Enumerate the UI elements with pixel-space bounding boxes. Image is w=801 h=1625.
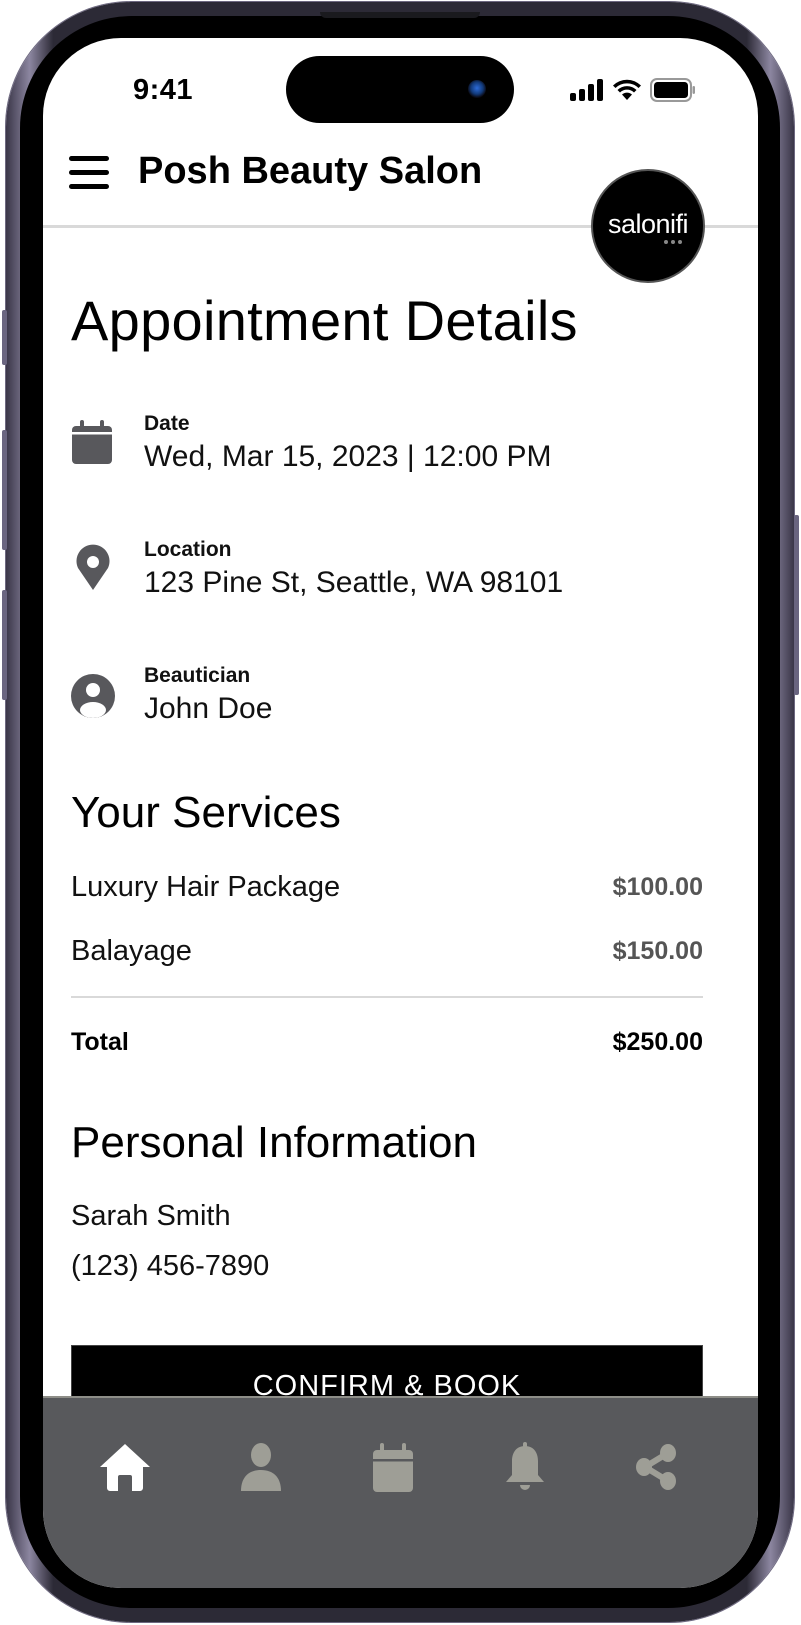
brand-logo-text: salonifi: [607, 208, 689, 239]
service-name: Balayage: [71, 935, 192, 967]
detail-date: Date Wed, Mar 15, 2023 | 12:00 PM: [71, 412, 711, 492]
action-button: [2, 310, 7, 365]
bell-icon: [506, 1442, 544, 1490]
menu-button[interactable]: [69, 156, 111, 192]
home-icon: [100, 1444, 150, 1491]
bottom-navigation: [43, 1396, 758, 1588]
detail-beautician: Beautician John Doe: [71, 664, 711, 744]
app-screen: 9:41 Posh Beauty Salon salonifi Appointm…: [43, 38, 758, 1588]
date-label: Date: [144, 412, 190, 435]
hamburger-menu-icon: [69, 156, 109, 161]
brand-logo-dots: [664, 239, 682, 244]
nav-home[interactable]: [97, 1442, 153, 1492]
service-price: $100.00: [612, 873, 703, 901]
dynamic-island: [286, 56, 514, 123]
volume-down-button: [2, 590, 7, 700]
brand-logo[interactable]: salonifi: [591, 169, 705, 283]
date-value: Wed, Mar 15, 2023 | 12:00 PM: [144, 440, 552, 473]
customer-name: Sarah Smith: [71, 1200, 231, 1232]
services-divider: [71, 996, 703, 998]
total-value: $250.00: [612, 1028, 703, 1056]
speaker-slot: [320, 12, 480, 18]
detail-location: Location 123 Pine St, Seattle, WA 98101: [71, 538, 711, 618]
power-button: [794, 515, 799, 695]
beautician-value: John Doe: [144, 692, 273, 725]
service-name: Luxury Hair Package: [71, 871, 341, 903]
profile-icon: [241, 1443, 281, 1491]
hamburger-menu-bar: [69, 170, 109, 175]
service-row: Balayage $150.00: [71, 935, 703, 975]
services-title: Your Services: [71, 788, 341, 837]
wifi-icon: [613, 79, 641, 100]
status-time: 9:41: [133, 74, 194, 106]
front-camera: [468, 80, 486, 98]
salon-name: Posh Beauty Salon: [138, 150, 483, 192]
location-label: Location: [144, 538, 232, 561]
volume-up-button: [2, 430, 7, 550]
nav-share[interactable]: [629, 1442, 685, 1492]
beautician-label: Beautician: [144, 664, 251, 687]
service-row: Luxury Hair Package $100.00: [71, 871, 703, 911]
location-value[interactable]: 123 Pine St, Seattle, WA 98101: [144, 566, 563, 600]
hamburger-menu-bar: [69, 184, 109, 189]
nav-notifications[interactable]: [497, 1442, 553, 1492]
user-circle-icon: [71, 674, 115, 718]
calendar-icon: [72, 420, 112, 464]
total-label: Total: [71, 1028, 129, 1056]
nav-calendar[interactable]: [365, 1442, 421, 1492]
calendar-icon: [373, 1443, 413, 1492]
nav-profile[interactable]: [233, 1442, 289, 1492]
customer-phone: (123) 456-7890: [71, 1250, 270, 1282]
personal-info-title: Personal Information: [71, 1118, 477, 1167]
status-icons: [570, 78, 696, 102]
total-row: Total $250.00: [71, 1028, 703, 1062]
battery-icon: [650, 78, 695, 102]
share-icon: [636, 1444, 676, 1490]
cellular-signal-icon: [570, 79, 603, 101]
service-price: $150.00: [612, 937, 703, 965]
page-title: Appointment Details: [71, 289, 578, 352]
location-pin-icon: [76, 544, 110, 590]
